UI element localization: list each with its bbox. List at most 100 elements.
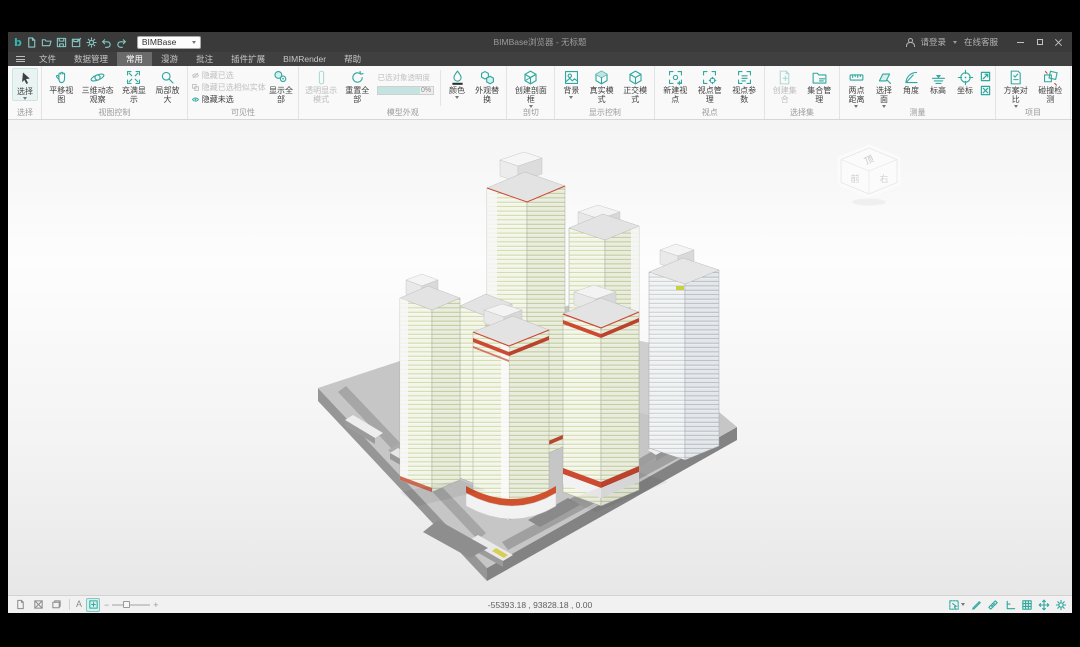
color-button[interactable]: 颜色 xyxy=(444,68,470,99)
zoom-slider-track[interactable] xyxy=(112,604,150,606)
hide-selected-item[interactable]: 隐藏已选 xyxy=(191,70,266,81)
bounding-box-icon[interactable] xyxy=(31,598,45,612)
ribbon-group-measure: 两点距离 选择面 角度 标高 坐标 xyxy=(840,66,996,119)
ortho-mode-button[interactable]: 正交模式 xyxy=(619,68,652,105)
pencil-icon[interactable] xyxy=(970,599,982,611)
close-button[interactable] xyxy=(1049,32,1068,52)
appearance-replace-button[interactable]: 外观替换 xyxy=(471,68,503,105)
group-label: 选择集 xyxy=(768,108,836,119)
hide-similar-icon xyxy=(191,83,200,92)
zoom-fit-button[interactable]: 充满显示 xyxy=(118,68,151,105)
move-icon[interactable] xyxy=(1038,599,1050,611)
zoom-window-button[interactable]: 局部放大 xyxy=(151,68,184,105)
reset-all-button[interactable]: 重置全部 xyxy=(341,68,373,105)
scheme-compare-button[interactable]: 方案对比 xyxy=(999,68,1033,108)
window-controls xyxy=(1011,32,1068,52)
tab-data-management[interactable]: 数据管理 xyxy=(65,52,117,66)
hide-unselected-item[interactable]: 隐藏未选 xyxy=(191,94,266,105)
group-label: 测量 xyxy=(843,108,992,119)
workspace-dropdown-value: BIMBase xyxy=(142,37,177,47)
settings-gear-icon[interactable] xyxy=(86,37,97,48)
chevron-down-icon[interactable] xyxy=(953,41,957,44)
menu-hamburger-icon[interactable] xyxy=(16,56,25,62)
open-file-icon[interactable] xyxy=(41,37,52,48)
zoom-slider-thumb[interactable] xyxy=(123,601,130,608)
distance-button[interactable]: 两点距离 xyxy=(843,68,870,108)
elevation-button[interactable]: 标高 xyxy=(925,68,951,96)
building-model[interactable]: 顶 前 右 xyxy=(8,120,1072,595)
highlight-selection-icon[interactable] xyxy=(86,598,100,612)
viewpoint-manage-button[interactable]: 视点管理 xyxy=(693,68,726,105)
title-bar: b BIMBase BIMBase浏览器 - 无标题 请登录 在线客服 xyxy=(8,32,1072,52)
nav-cube-left-label[interactable]: 前 xyxy=(850,173,859,184)
nav-cube-right-label[interactable]: 右 xyxy=(879,173,888,184)
viewpoint-params-icon xyxy=(736,69,753,86)
ribbon-group-project: 方案对比 碰撞检测 项目 xyxy=(996,66,1071,119)
pan-view-button[interactable]: 平移视图 xyxy=(45,68,78,105)
quick-access-toolbar: b BIMBase xyxy=(8,36,201,49)
layers-icon[interactable] xyxy=(49,598,63,612)
save-as-icon[interactable] xyxy=(71,37,82,48)
measure-tool-icon[interactable] xyxy=(987,599,999,611)
show-all-icon xyxy=(272,69,289,86)
zoom-out-icon[interactable]: − xyxy=(104,600,109,610)
realistic-mode-button[interactable]: 真实模式 xyxy=(585,68,618,105)
workspace-dropdown[interactable]: BIMBase xyxy=(137,36,201,49)
grid-icon[interactable] xyxy=(1021,599,1033,611)
opacity-slider[interactable]: 0% xyxy=(377,86,434,95)
new-file-icon[interactable] xyxy=(26,37,37,48)
create-section-box-button[interactable]: 创建剖面框 xyxy=(510,68,551,108)
minimize-button[interactable] xyxy=(1011,32,1030,52)
measure-markup-icon[interactable] xyxy=(979,70,992,83)
zoom-slider[interactable]: − + xyxy=(104,600,159,610)
tab-annotate[interactable]: 批注 xyxy=(187,52,222,66)
tab-help[interactable]: 帮助 xyxy=(335,52,370,66)
maximize-button[interactable] xyxy=(1030,32,1049,52)
coordinate-button[interactable]: 坐标 xyxy=(952,68,978,96)
support-link[interactable]: 在线客服 xyxy=(964,36,998,48)
measure-clear-icon[interactable] xyxy=(979,84,992,97)
axis-corner-icon[interactable] xyxy=(1004,599,1016,611)
background-button[interactable]: 背景 xyxy=(558,68,584,99)
divider xyxy=(69,599,70,610)
text-annotation-icon[interactable]: A xyxy=(76,599,82,610)
hide-similar-item[interactable]: 隐藏已选相似实体 xyxy=(191,82,266,93)
create-set-button[interactable]: 创建集合 xyxy=(768,68,802,105)
save-icon[interactable] xyxy=(56,37,67,48)
viewpoint-params-button[interactable]: 视点参数 xyxy=(727,68,760,105)
cube-swap-icon xyxy=(479,69,496,86)
angle-button[interactable]: 角度 xyxy=(898,68,924,96)
select-face-button[interactable]: 选择面 xyxy=(871,68,897,108)
set-manage-button[interactable]: 集合管理 xyxy=(802,68,836,105)
select-button[interactable]: 选择 xyxy=(12,68,38,101)
login-link[interactable]: 请登录 xyxy=(920,36,946,48)
orbit-icon xyxy=(89,69,106,86)
zoom-in-icon[interactable]: + xyxy=(153,600,158,610)
tab-bimrender[interactable]: BIMRender xyxy=(274,52,335,66)
orbit-button[interactable]: 三维动态观察 xyxy=(79,68,117,105)
undo-icon[interactable] xyxy=(101,37,112,48)
tab-common-active[interactable]: 常用 xyxy=(117,52,152,66)
redo-icon[interactable] xyxy=(116,37,127,48)
nav-cube[interactable]: 顶 前 右 xyxy=(841,148,897,206)
statusbar-right-tools xyxy=(948,599,1067,611)
selection-mode-button[interactable] xyxy=(948,599,965,611)
model-tree-icon[interactable] xyxy=(13,598,27,612)
color-droplet-icon xyxy=(449,69,466,86)
tab-roam[interactable]: 漫游 xyxy=(152,52,187,66)
transparent-mode-button[interactable]: 透明显示模式 xyxy=(302,68,340,105)
ribbon-group-select: 选择 选择 xyxy=(9,66,42,119)
show-all-button[interactable]: 显示全部 xyxy=(267,68,295,105)
tab-plugin-extension[interactable]: 插件扩展 xyxy=(222,52,274,66)
3d-viewport[interactable]: 顶 前 右 xyxy=(8,120,1072,595)
hide-unselected-icon xyxy=(191,95,200,104)
clash-detect-button[interactable]: 碰撞检测 xyxy=(1034,68,1068,105)
ribbon-group-model-appearance: 透明显示模式 重置全部 已选对象透明度 0% 颜色 xyxy=(299,66,507,119)
tab-file[interactable]: 文件 xyxy=(30,52,65,66)
group-label: 显示控制 xyxy=(558,108,651,119)
fit-view-icon xyxy=(125,69,142,86)
chevron-down-icon xyxy=(961,603,965,606)
settings-gear-icon[interactable] xyxy=(1055,599,1067,611)
new-viewpoint-button[interactable]: 新建视点 xyxy=(658,68,691,105)
selection-box-icon xyxy=(948,599,960,611)
